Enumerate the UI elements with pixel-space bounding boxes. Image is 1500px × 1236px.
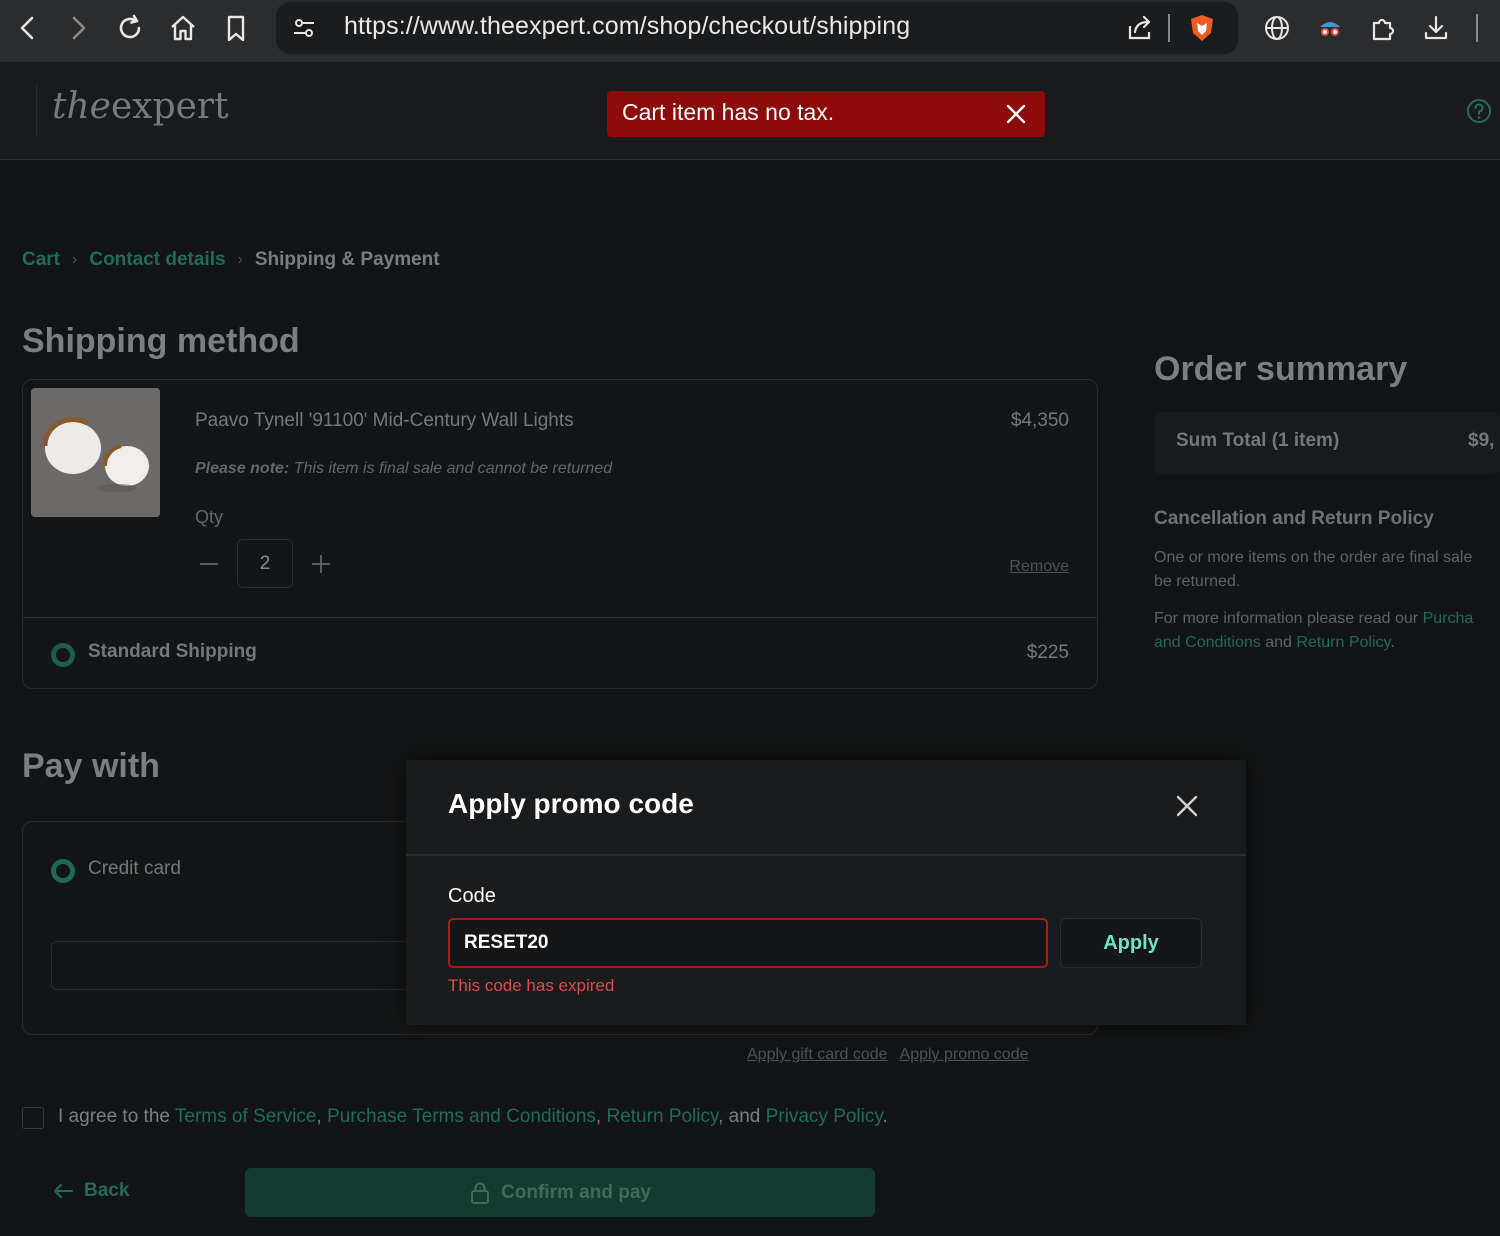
- card-divider: [23, 617, 1097, 618]
- agree-return-policy-link[interactable]: Return Policy: [606, 1106, 718, 1127]
- agree-checkbox[interactable]: [22, 1107, 44, 1129]
- qty-increase-icon[interactable]: [309, 552, 333, 576]
- confirm-and-pay-button[interactable]: Confirm and pay: [245, 1168, 875, 1217]
- bookmark-icon[interactable]: [216, 8, 256, 48]
- chevron-right-icon: ›: [237, 251, 243, 268]
- back-label: Back: [84, 1180, 130, 1201]
- arrow-left-icon: [54, 1184, 73, 1198]
- private-mode-icon[interactable]: [1310, 8, 1350, 48]
- agree-period: .: [882, 1106, 888, 1127]
- purchase-terms-link[interactable]: Purcha: [1423, 610, 1474, 627]
- qty-decrease-icon[interactable]: [197, 552, 221, 576]
- logo-italic-text: the: [52, 86, 111, 127]
- agree-text: I agree to the Terms of Service, Purchas…: [58, 1106, 888, 1128]
- standard-shipping-price: $225: [1026, 642, 1069, 663]
- code-label: Code: [448, 885, 496, 907]
- apply-promo-code-link[interactable]: Apply promo code: [900, 1046, 1029, 1064]
- home-icon[interactable]: [163, 8, 203, 48]
- credit-card-radio[interactable]: [51, 859, 75, 883]
- policy-line-1: One or more items on the order are final…: [1154, 549, 1473, 566]
- product-name[interactable]: Paavo Tynell '91100' Mid-Century Wall Li…: [195, 410, 574, 432]
- shipping-method-title: Shipping method: [22, 322, 300, 360]
- browser-toolbar: https://www.theexpert.com/shop/checkout/…: [0, 0, 1500, 62]
- toast-close-icon[interactable]: [1003, 101, 1029, 127]
- shipping-card: Paavo Tynell '91100' Mid-Century Wall Li…: [22, 379, 1098, 689]
- breadcrumb-shipping-payment: Shipping & Payment: [254, 249, 440, 270]
- credit-card-label[interactable]: Credit card: [88, 858, 181, 880]
- standard-shipping-label[interactable]: Standard Shipping: [88, 641, 257, 663]
- toast-message: Cart item has no tax.: [622, 99, 835, 125]
- back-button[interactable]: Back: [52, 1180, 129, 1202]
- reload-icon[interactable]: [110, 8, 150, 48]
- policy-info-prefix: For more information please read our: [1154, 610, 1423, 627]
- site-settings-icon[interactable]: [284, 8, 324, 48]
- pay-with-title: Pay with: [22, 747, 160, 785]
- download-icon[interactable]: [1416, 8, 1456, 48]
- return-policy-link[interactable]: Return Policy: [1296, 634, 1390, 651]
- policy-line-2: be returned.: [1154, 573, 1241, 590]
- note-text: This item is final sale and cannot be re…: [289, 460, 613, 477]
- help-icon[interactable]: [1466, 98, 1492, 124]
- privacy-policy-link[interactable]: Privacy Policy: [766, 1106, 883, 1127]
- wall-lights-illustration: [31, 388, 160, 517]
- agree-prefix: I agree to the: [58, 1106, 175, 1127]
- order-summary-title: Order summary: [1154, 350, 1408, 388]
- apply-gift-card-link[interactable]: Apply gift card code: [747, 1046, 888, 1064]
- remove-link[interactable]: Remove: [1009, 558, 1069, 576]
- sum-total-label: Sum Total (1 item): [1176, 430, 1340, 451]
- purchase-terms-conditions-link[interactable]: Purchase Terms and Conditions: [327, 1106, 596, 1127]
- toolbar-separator: [1476, 14, 1478, 42]
- policy-period: .: [1390, 634, 1395, 651]
- agree-and: , and: [718, 1106, 766, 1127]
- terms-of-service-link[interactable]: Terms of Service: [175, 1106, 316, 1127]
- url-text[interactable]: https://www.theexpert.com/shop/checkout/…: [344, 12, 910, 41]
- standard-shipping-radio[interactable]: [51, 643, 75, 667]
- qty-input[interactable]: 2: [237, 539, 293, 588]
- policy-more-info: For more information please read our Pur…: [1154, 607, 1500, 655]
- confirm-label: Confirm and pay: [501, 1181, 651, 1203]
- lock-icon: [471, 1182, 490, 1204]
- logo-text: expert: [110, 86, 229, 127]
- policy-title: Cancellation and Return Policy: [1154, 508, 1434, 529]
- promo-code-modal: Apply promo code Code Apply This code ha…: [406, 760, 1246, 1025]
- code-error-message: This code has expired: [448, 976, 615, 995]
- promo-code-input[interactable]: [448, 918, 1048, 968]
- breadcrumb: Cart › Contact details › Shipping & Paym…: [22, 249, 440, 271]
- agree-comma-2: ,: [595, 1106, 607, 1127]
- modal-title: Apply promo code: [448, 788, 694, 819]
- code-links: Apply gift card code Apply promo code: [747, 1046, 1029, 1064]
- policy-and: and: [1260, 634, 1297, 651]
- product-image[interactable]: [31, 388, 160, 517]
- site-logo[interactable]: theexpert: [52, 86, 229, 127]
- sum-total-row[interactable]: Sum Total (1 item) $9,: [1154, 412, 1500, 474]
- product-price: $4,350: [1010, 410, 1069, 431]
- modal-divider: [406, 854, 1246, 856]
- breadcrumb-contact-details[interactable]: Contact details: [89, 249, 225, 271]
- qty-label: Qty: [195, 507, 224, 527]
- sum-total-value: $9,: [1468, 430, 1495, 451]
- globe-icon[interactable]: [1257, 8, 1297, 48]
- modal-close-icon[interactable]: [1174, 793, 1200, 819]
- card-number-field[interactable]: [51, 941, 451, 990]
- back-arrow-icon[interactable]: [8, 8, 48, 48]
- share-icon[interactable]: [1120, 8, 1160, 48]
- toolbar-separator: [1168, 14, 1170, 42]
- policy-description: One or more items on the order are final…: [1154, 546, 1500, 594]
- chevron-right-icon: ›: [72, 251, 78, 268]
- agree-comma-1: ,: [316, 1106, 327, 1127]
- purchase-terms-link-continued[interactable]: and Conditions: [1154, 634, 1261, 651]
- breadcrumb-cart[interactable]: Cart: [22, 249, 60, 271]
- note-bold: Please note:: [195, 460, 290, 477]
- final-sale-note: Please note: This item is final sale and…: [195, 460, 612, 478]
- brave-shield-icon[interactable]: [1182, 8, 1222, 48]
- error-toast: Cart item has no tax.: [607, 91, 1045, 137]
- logo-divider: [36, 84, 37, 136]
- extensions-icon[interactable]: [1363, 8, 1403, 48]
- forward-arrow-icon[interactable]: [58, 8, 98, 48]
- apply-button[interactable]: Apply: [1060, 918, 1202, 968]
